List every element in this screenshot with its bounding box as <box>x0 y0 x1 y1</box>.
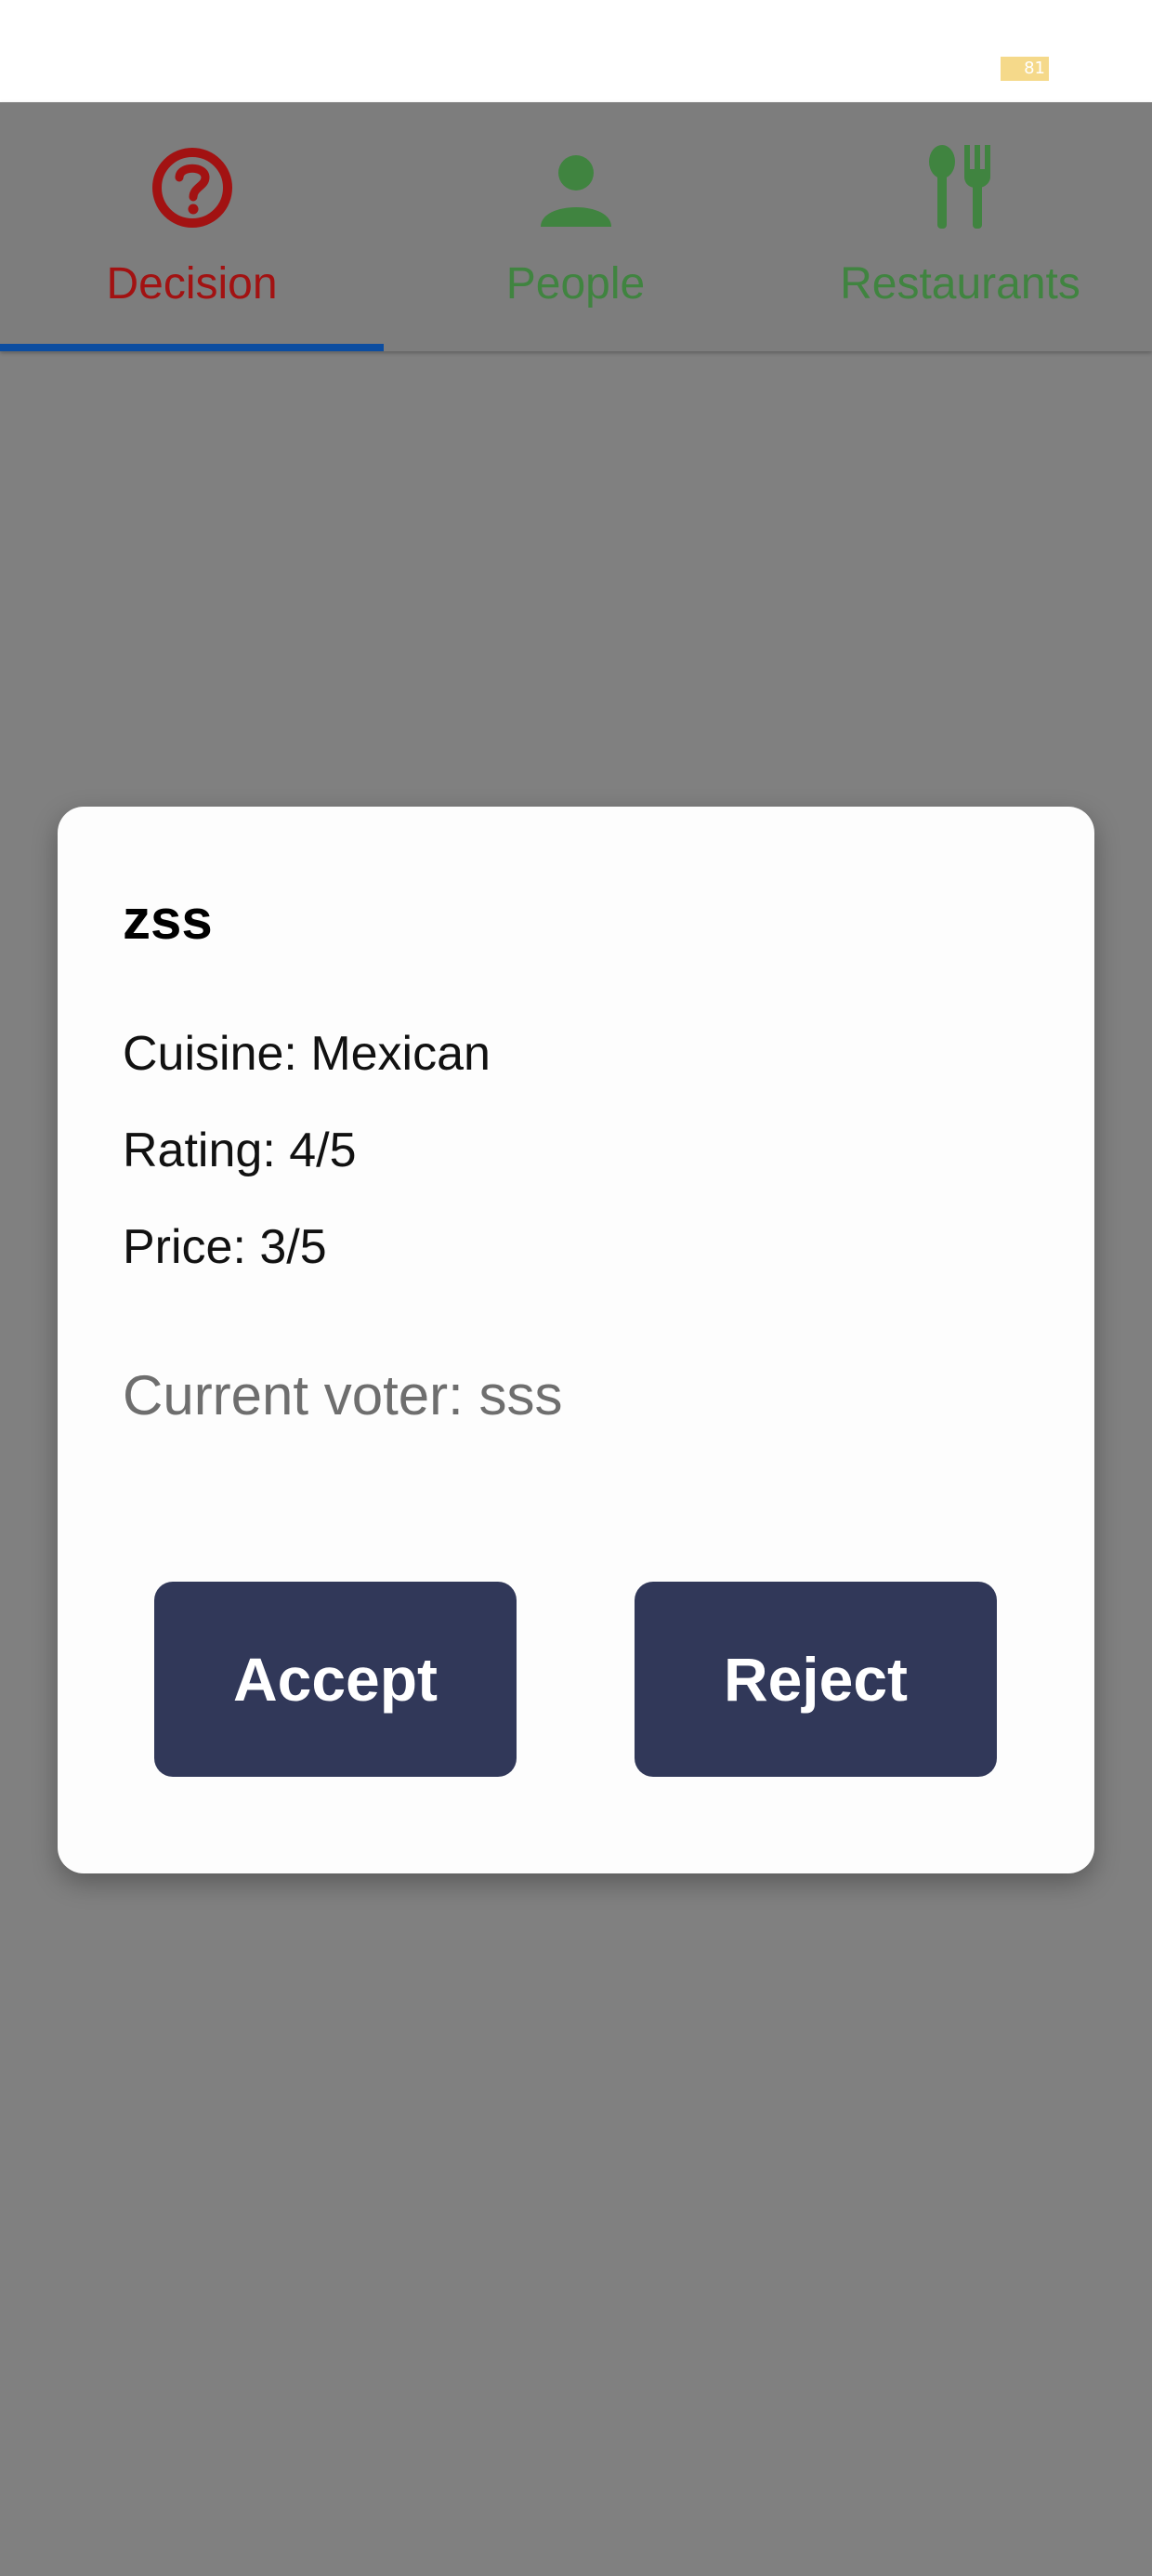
tab-people-label: People <box>505 259 646 309</box>
person-icon <box>530 141 622 234</box>
rating-text: Rating: 4/5 <box>123 1124 357 1177</box>
tab-restaurants-label: Restaurants <box>840 259 1080 309</box>
reject-button[interactable]: Reject <box>635 1582 997 1777</box>
current-voter-text: Current voter: sss <box>123 1364 563 1426</box>
status-bar: 81 <box>0 0 1152 102</box>
battery-indicator: 81 <box>1001 57 1049 81</box>
question-circle-icon <box>146 141 239 234</box>
cuisine-text: Cuisine: Mexican <box>123 1027 491 1081</box>
tab-people[interactable]: People <box>384 102 767 351</box>
restaurant-vote-dialog: zss Cuisine: Mexican Rating: 4/5 Price: … <box>58 807 1094 1873</box>
tab-decision[interactable]: Decision <box>0 102 384 351</box>
fork-spoon-icon <box>914 141 1007 234</box>
tab-bar: Decision People Restaurants <box>0 102 1152 351</box>
restaurant-name: zss <box>123 888 213 951</box>
accept-button[interactable]: Accept <box>154 1582 517 1777</box>
tab-decision-label: Decision <box>106 259 278 309</box>
tab-restaurants[interactable]: Restaurants <box>768 102 1152 351</box>
price-text: Price: 3/5 <box>123 1220 327 1274</box>
selected-tab-indicator <box>0 344 384 351</box>
